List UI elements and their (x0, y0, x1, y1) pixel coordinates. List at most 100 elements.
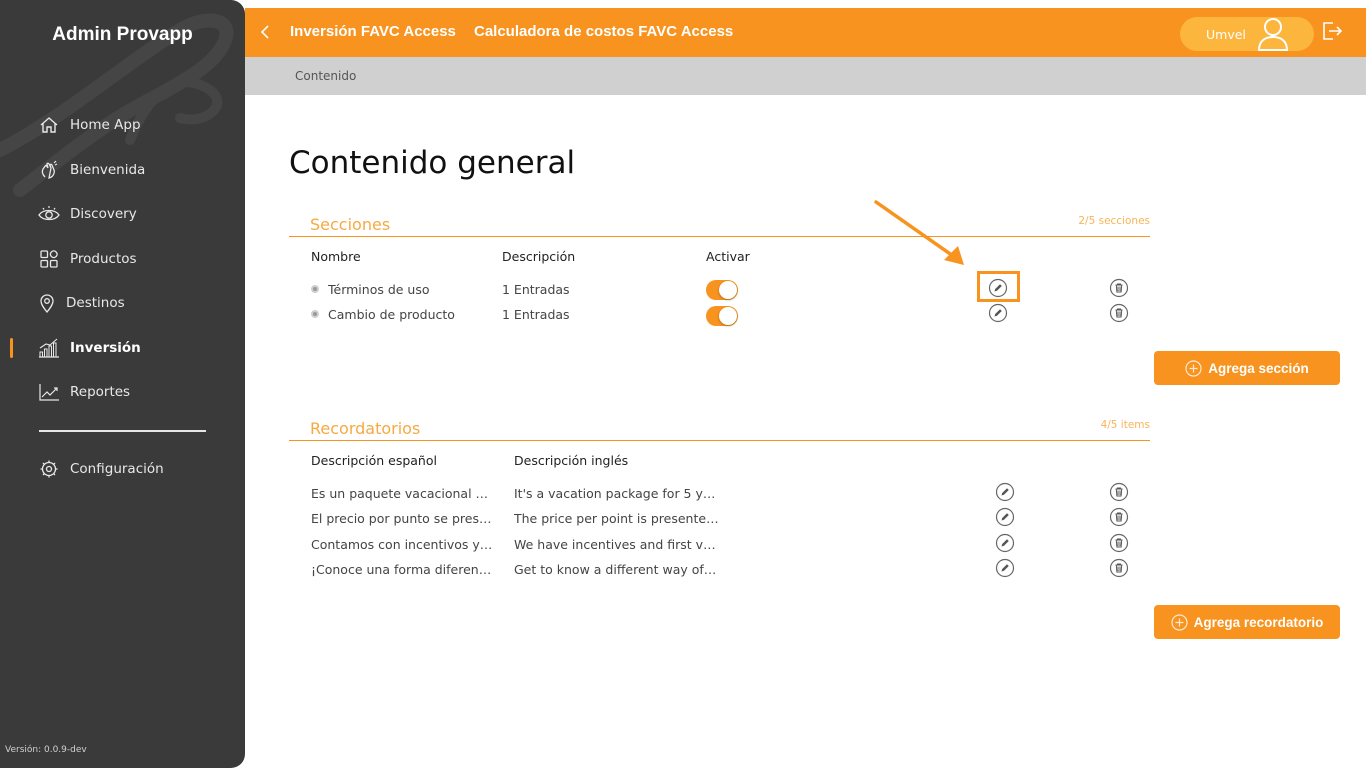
pencil-icon (995, 507, 1015, 527)
breadcrumb-contenido: Contenido (295, 69, 357, 83)
secciones-count: 2/5 secciones (1078, 215, 1150, 227)
version-label: Versión: 0.0.9-dev (5, 745, 87, 755)
edit-recordatorio-button[interactable] (995, 482, 1015, 502)
agrega-recordatorio-button[interactable]: Agrega recordatorio (1154, 605, 1340, 639)
recordatorio-es: Es un paquete vacacional por… (311, 486, 493, 501)
bullet-icon (311, 285, 319, 293)
agrega-seccion-button[interactable]: Agrega sección (1154, 351, 1340, 385)
delete-recordatorio-button[interactable] (1109, 482, 1129, 502)
edit-recordatorio-button[interactable] (995, 533, 1015, 553)
trash-icon (1109, 558, 1129, 578)
recordatorio-es: El precio por punto se presen… (311, 511, 493, 526)
delete-seccion-button[interactable] (1109, 278, 1129, 298)
trash-icon (1109, 482, 1129, 502)
back-button[interactable] (255, 20, 275, 44)
recordatorio-es: Contamos con incentivos y fa… (311, 537, 493, 552)
trash-icon (1109, 507, 1129, 527)
recordatorios-count: 4/5 items (1100, 419, 1150, 431)
grid-icon (38, 248, 60, 270)
seccion-descripcion: 1 Entradas (502, 307, 570, 322)
recordatorio-es: ¡Conoce una forma diferente … (311, 562, 493, 577)
edit-seccion-button[interactable] (988, 303, 1008, 323)
recordatorio-en: We have incentives and first visit … (514, 537, 719, 552)
sidebar-divider (39, 430, 206, 432)
sidebar-item-label: Bienvenida (70, 162, 146, 178)
top-bar: Inversión FAVC Access Calculadora de cos… (245, 8, 1366, 57)
logout-button[interactable] (1321, 20, 1343, 42)
sidebar-item-discovery[interactable]: Discovery (0, 194, 245, 234)
pencil-icon (995, 558, 1015, 578)
toggle-knob (719, 307, 737, 325)
recordatorio-en: Get to know a different way of tra… (514, 562, 719, 577)
logout-icon (1323, 22, 1343, 40)
recordatorio-en: The price per point is presented i… (514, 511, 719, 526)
edit-seccion-button[interactable] (988, 278, 1008, 298)
user-name: Umvel (1206, 27, 1246, 42)
eye-icon (38, 203, 60, 225)
user-avatar-icon (1257, 18, 1289, 51)
pencil-icon (988, 303, 1008, 323)
pencil-icon (995, 533, 1015, 553)
recordatorios-title: Recordatorios (310, 419, 421, 438)
chevron-left-icon (260, 25, 269, 39)
breadcrumb-calculadora[interactable]: Calculadora de costos FAVC Access (474, 23, 733, 40)
sidebar-item-label: Reportes (70, 384, 131, 400)
location-pin-icon (36, 292, 58, 314)
recordatorios-header: Recordatorios 4/5 items (289, 417, 1150, 441)
pencil-icon (988, 278, 1008, 298)
column-header-descripcion-ingles: Descripción inglés (514, 453, 629, 468)
activar-toggle[interactable] (706, 306, 738, 326)
sidebar-item-label: Productos (70, 251, 137, 267)
sidebar-item-label: Destinos (66, 295, 125, 311)
agrega-seccion-label: Agrega sección (1208, 360, 1309, 376)
sidebar-item-label: Home App (70, 117, 141, 133)
app-title: Admin Provapp (52, 24, 193, 45)
activar-toggle[interactable] (706, 280, 738, 300)
seccion-nombre: Términos de uso (328, 282, 430, 297)
page-title: Contenido general (289, 145, 576, 181)
seccion-nombre: Cambio de producto (328, 307, 455, 322)
line-chart-icon (38, 381, 60, 403)
sidebar-item-label: Inversión (70, 340, 141, 356)
plus-circle-icon (1171, 613, 1188, 631)
sidebar-item-configuracion[interactable]: Configuración (0, 449, 245, 489)
trash-icon (1109, 303, 1129, 323)
wave-hand-icon (38, 159, 60, 181)
sidebar-item-productos[interactable]: Productos (0, 239, 245, 279)
pencil-icon (995, 482, 1015, 502)
column-header-descripcion-espanol: Descripción español (311, 453, 437, 468)
home-icon (38, 114, 60, 136)
edit-recordatorio-button[interactable] (995, 507, 1015, 527)
sidebar: Admin Provapp Home App Bienvenida Discov… (0, 0, 245, 768)
user-menu-button[interactable]: Umvel (1180, 17, 1314, 51)
toggle-knob (719, 281, 737, 299)
trash-icon (1109, 278, 1129, 298)
sidebar-item-reportes[interactable]: Reportes (0, 372, 245, 412)
sidebar-item-bienvenida[interactable]: Bienvenida (0, 150, 245, 190)
secciones-header: Secciones 2/5 secciones (289, 213, 1150, 237)
sidebar-item-label: Discovery (70, 206, 137, 222)
delete-recordatorio-button[interactable] (1109, 533, 1129, 553)
sub-breadcrumb-bar: Contenido (245, 57, 1366, 95)
bar-chart-icon (38, 337, 60, 359)
column-header-nombre: Nombre (311, 249, 361, 264)
recordatorio-en: It's a vacation package for 5 years. (514, 486, 719, 501)
seccion-descripcion: 1 Entradas (502, 282, 570, 297)
column-header-descripcion: Descripción (502, 249, 576, 264)
column-header-activar: Activar (706, 249, 750, 264)
sidebar-item-destinos[interactable]: Destinos (0, 283, 245, 323)
delete-recordatorio-button[interactable] (1109, 558, 1129, 578)
delete-seccion-button[interactable] (1109, 303, 1129, 323)
sidebar-item-inversion[interactable]: Inversión (0, 328, 245, 368)
trash-icon (1109, 533, 1129, 553)
bullet-icon (311, 310, 319, 318)
secciones-title: Secciones (310, 215, 391, 234)
breadcrumb-inversion[interactable]: Inversión FAVC Access (290, 23, 456, 40)
delete-recordatorio-button[interactable] (1109, 507, 1129, 527)
gear-icon (38, 458, 60, 480)
plus-circle-icon (1185, 359, 1202, 377)
edit-recordatorio-button[interactable] (995, 558, 1015, 578)
agrega-recordatorio-label: Agrega recordatorio (1193, 614, 1324, 630)
sidebar-item-home-app[interactable]: Home App (0, 105, 245, 145)
sidebar-item-label: Configuración (70, 461, 164, 477)
